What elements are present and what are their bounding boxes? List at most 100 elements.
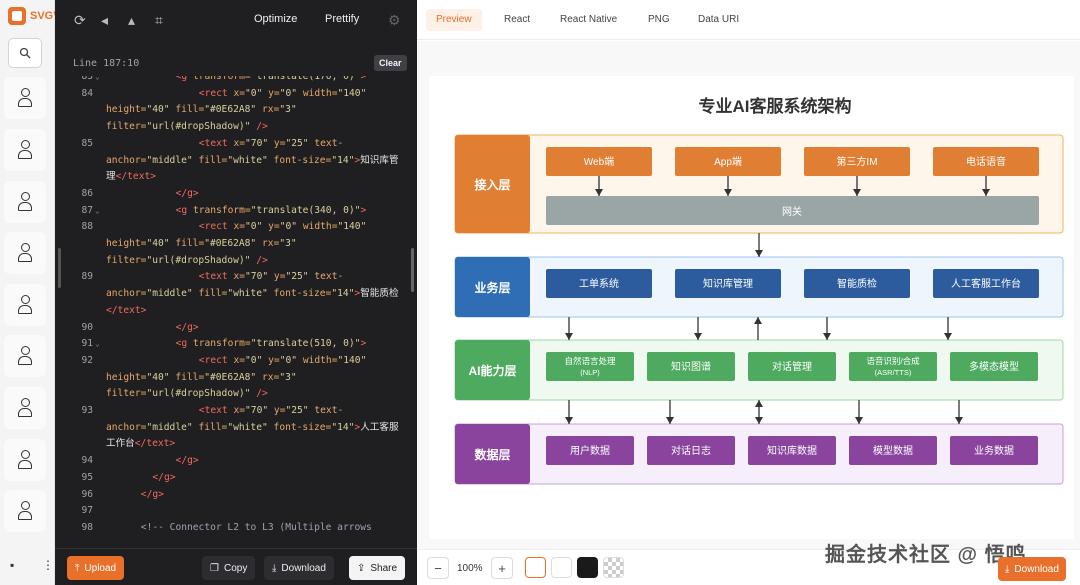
code-line: height="40" fill="#0E62A8" rx="3" [55, 369, 417, 386]
line-number: 92 [81, 354, 93, 366]
code-text: filter="url(#dropShadow)" /> [106, 254, 268, 266]
code-text: <!-- Connector L2 to L3 (Multiple arrows [140, 521, 372, 533]
code-text: </text> [106, 304, 147, 316]
code-line: 理</text> [55, 168, 417, 185]
line-number: 95 [81, 471, 93, 483]
fold-toggle-icon[interactable]: ⌄ [95, 335, 100, 352]
rail-item-2[interactable] [4, 129, 46, 171]
rail-item-7[interactable] [4, 387, 46, 429]
line-number: 86 [81, 187, 93, 199]
l2-l3-arrow-3-head [823, 333, 831, 340]
tab-react-native[interactable]: React Native [550, 9, 627, 31]
code-text: anchor="middle" fill="white" font-size="… [106, 288, 399, 300]
code-line: </text> [55, 302, 417, 319]
code-text: anchor="middle" fill="white" font-size="… [106, 154, 399, 166]
code-line: 89 <text x="70" y="25" text- [55, 268, 417, 285]
bg-swatch-black[interactable] [577, 557, 598, 578]
l3-l4-arrow-1-head [666, 417, 674, 424]
clear-button[interactable]: Clear [374, 55, 407, 71]
flip-vertical-icon[interactable]: ▴ [128, 12, 135, 29]
line-number: 97 [81, 505, 93, 517]
flip-horizontal-icon[interactable]: ◂ [101, 12, 108, 29]
line-number: 85 [81, 137, 93, 149]
optimize-button[interactable]: Optimize [254, 13, 297, 25]
person-icon [17, 346, 33, 366]
watermark: 掘金技术社区 @ 悟鸣 [825, 544, 1027, 566]
download-button[interactable]: ⤓ Download [264, 556, 334, 580]
layer-0-item-label-0: Web端 [584, 155, 614, 168]
more-options-icon[interactable]: ⋮ [42, 558, 54, 572]
zoom-in-button[interactable]: + [491, 557, 513, 579]
code-text: filter="url(#dropShadow)" /> [106, 388, 268, 400]
upload-label: Upload [84, 562, 117, 574]
crop-icon[interactable]: ⌗ [155, 12, 163, 29]
share-button[interactable]: ⇪ Share [349, 556, 406, 580]
line-number: 93 [81, 405, 93, 416]
prettify-button[interactable]: Prettify [325, 13, 359, 25]
code-text: </g> [175, 455, 199, 467]
code-text: height="40" fill="#0E62A8" rx="3" [106, 371, 297, 383]
zoom-level: 100% [457, 563, 483, 574]
architecture-diagram: 专业AI客服系统架构接入层Web端 App端 第三方IM 电话语音网关业务层 工单系统知… [454, 96, 1064, 485]
editor-scrollbar[interactable] [411, 248, 414, 292]
line-number: 88 [81, 221, 93, 233]
code-text: height="40" fill="#0E62A8" rx="3" [106, 238, 297, 249]
code-text: <text x="70" y="25" text- [198, 137, 344, 149]
rail-item-8[interactable] [4, 439, 46, 481]
left-scroll-handle[interactable] [58, 248, 61, 288]
line-number: 96 [81, 488, 93, 500]
layer-1-item-label-2: 智能质检 [837, 277, 877, 290]
layer-2-item-label-3: 语音识别/合成 [866, 356, 920, 366]
layer-3-item-label-1: 对话日志 [671, 444, 711, 457]
rail-item-3[interactable] [4, 181, 46, 223]
zoom-out-button[interactable]: − [427, 557, 449, 579]
code-line: 94 </g> [55, 452, 417, 469]
code-line: 92 <rect x="0" y="0" width="140" [55, 352, 417, 369]
upload-button[interactable]: ⤒ Upload [67, 556, 125, 580]
rail-search-button[interactable] [8, 38, 42, 68]
download-label: Download [281, 562, 326, 574]
rail-bottom-chat-icon[interactable]: ▪ [10, 558, 14, 572]
code-line: 96 </g> [55, 486, 417, 503]
preview-download-button[interactable]: ⤓ Download [998, 557, 1066, 581]
fold-toggle-icon[interactable]: ⌄ [95, 76, 100, 85]
code-line: 86 </g> [55, 185, 417, 202]
tab-preview[interactable]: Preview [426, 9, 482, 31]
bg-swatch-transparent[interactable] [603, 557, 624, 578]
editor-action-bar: ⤒ Upload ❐ Copy ⤓ Download ⇪ Share [55, 548, 417, 585]
bg-swatch-white-selected[interactable] [525, 557, 546, 578]
code-line: 97 [55, 502, 417, 519]
rail-item-1[interactable] [4, 77, 46, 119]
code-text: 工作台</text> [106, 438, 176, 450]
rail-item-5[interactable] [4, 284, 46, 326]
layer-0-item-label-3: 电话语音 [966, 155, 1006, 168]
settings-gear-icon[interactable]: ⚙ [388, 12, 401, 29]
code-line: 87 ⌄ <g transform="translate(340, 0)"> [55, 202, 417, 219]
layer-3-item-label-4: 业务数据 [974, 444, 1014, 457]
code-line: 93 <text x="70" y="25" text- [55, 402, 417, 419]
code-text: 理</text> [106, 171, 157, 183]
layer-label-2: AI能力层 [468, 363, 516, 378]
person-icon [17, 88, 33, 108]
rail-item-6[interactable] [4, 335, 46, 377]
copy-button[interactable]: ❐ Copy [202, 556, 256, 580]
tab-data-uri[interactable]: Data URI [688, 9, 749, 31]
fold-toggle-icon[interactable]: ⌄ [95, 202, 100, 219]
line-number: 83 [81, 76, 93, 82]
rail-item-4[interactable] [4, 232, 46, 274]
rail-item-9[interactable] [4, 490, 46, 532]
refresh-icon[interactable]: ⟳ [74, 12, 86, 29]
layer-3-item-label-3: 模型数据 [873, 444, 913, 457]
bg-swatch-white[interactable] [551, 557, 572, 578]
person-icon [17, 243, 33, 263]
code-line: filter="url(#dropShadow)" /> [55, 252, 417, 269]
tab-react[interactable]: React [494, 9, 540, 31]
code-area[interactable]: 83 ⌄ <g transform="translate(170, 0)"> 84 <r… [55, 76, 417, 546]
svg-diagram: 专业AI客服系统架构 接入层 Web端 App端 第三方IM 电话语音 网关 业务层 工单系统知… [429, 76, 1074, 539]
app-logo[interactable]: SVGV [8, 7, 61, 25]
l2-l3-arrow-1-head [694, 333, 702, 340]
code-text: <g transform="translate(170, 0)"> [175, 76, 367, 82]
tab-png[interactable]: PNG [638, 9, 680, 31]
person-icon [17, 450, 33, 470]
editor-toolbar: ⟳ ◂ ▴ ⌗ Optimize Prettify ⚙ [55, 0, 417, 42]
